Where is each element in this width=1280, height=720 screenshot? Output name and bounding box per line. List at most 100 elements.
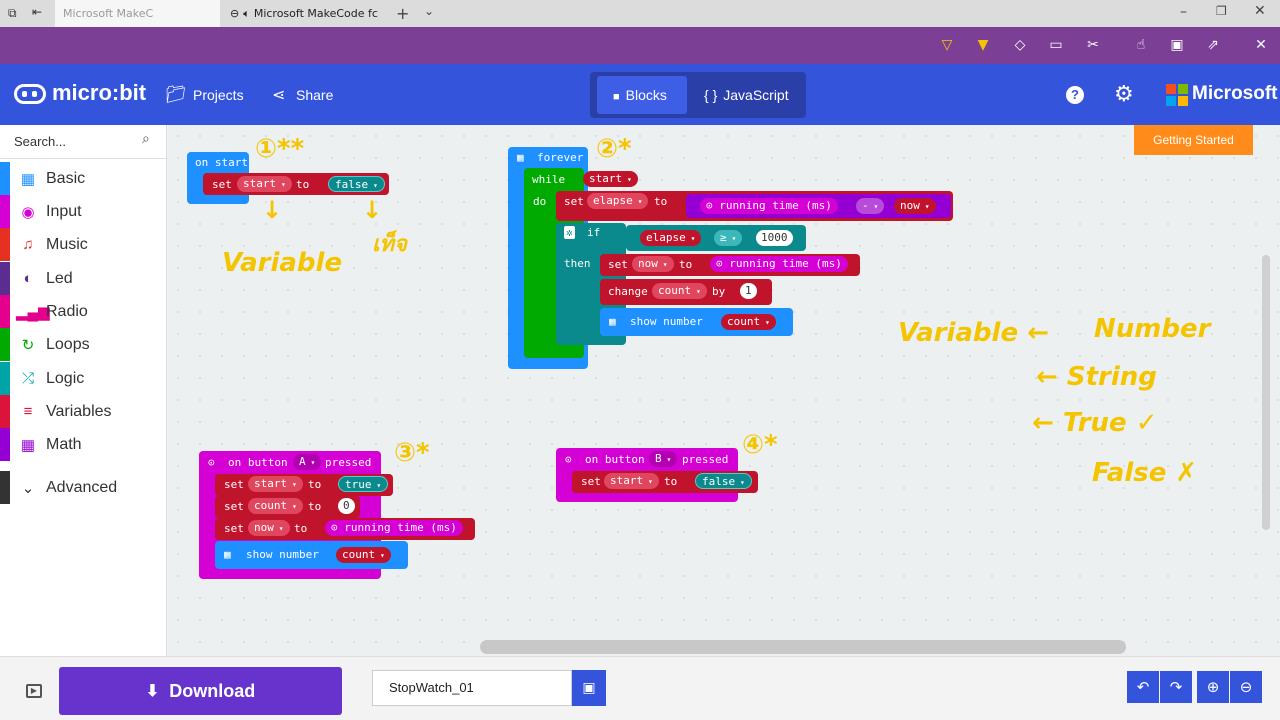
microbit-logo-icon[interactable]: [14, 84, 46, 104]
variable-dropdown[interactable]: count: [248, 498, 303, 514]
javascript-tab[interactable]: { } JavaScript: [700, 76, 800, 114]
share-notes-icon[interactable]: ⇗: [1204, 36, 1222, 54]
number-input[interactable]: 0: [338, 498, 355, 514]
category-math[interactable]: ▦ Math: [0, 428, 166, 461]
zoom-out-button[interactable]: ⊖: [1230, 671, 1262, 703]
minimize-button[interactable]: –: [1180, 4, 1187, 20]
variable-pill[interactable]: count: [721, 314, 776, 330]
browser-tab-strip: ⧉ ⇤ Microsoft MakeC ⊖ 🔈︎ Microsoft MakeC…: [0, 0, 1280, 27]
logo-text[interactable]: micro:bit: [52, 80, 146, 106]
variable-dropdown[interactable]: now: [632, 256, 674, 272]
category-advanced[interactable]: ⌄ Advanced: [0, 471, 166, 504]
button-dropdown[interactable]: B: [649, 451, 678, 467]
clip-icon[interactable]: ✂: [1084, 36, 1102, 54]
block-label: to: [654, 195, 668, 208]
speaker-icon[interactable]: 🔈︎: [243, 7, 250, 21]
category-variables[interactable]: ≡ Variables: [0, 395, 166, 428]
gear-icon[interactable]: ✲: [564, 226, 575, 239]
variable-pill[interactable]: now: [894, 198, 936, 214]
exit-notes-icon[interactable]: ✕: [1252, 36, 1270, 54]
microsoft-brand: Microsoft: [1192, 83, 1278, 104]
boolean-dropdown[interactable]: true: [338, 476, 389, 492]
braces-icon: { }: [704, 87, 718, 103]
projects-button[interactable]: Projects: [193, 87, 244, 103]
undo-button[interactable]: ↶: [1127, 671, 1159, 703]
category-logic[interactable]: ⤮ Logic: [0, 362, 166, 395]
block-label: to: [679, 258, 693, 271]
back-tabs-icon[interactable]: ⇤: [32, 5, 42, 19]
category-music[interactable]: ♫ Music: [0, 228, 166, 261]
tab-actions-icon[interactable]: ⧉: [8, 6, 17, 21]
running-time-block[interactable]: ⊙ running time (ms): [325, 520, 463, 536]
category-label: Variables: [46, 402, 112, 420]
settings-gear-icon[interactable]: ⚙: [1114, 82, 1134, 107]
redo-button[interactable]: ↷: [1160, 671, 1192, 703]
variable-dropdown[interactable]: start: [604, 473, 659, 489]
variable-pill[interactable]: count: [336, 547, 391, 563]
tab-title: Microsoft MakeCode fc: [253, 7, 378, 20]
close-window-button[interactable]: ✕: [1254, 3, 1266, 19]
zoom-in-button[interactable]: ⊕: [1197, 671, 1229, 703]
category-led[interactable]: ◐ Led: [0, 262, 166, 295]
variable-dropdown[interactable]: now: [248, 520, 290, 536]
blocks-tab[interactable]: ■ Blocks: [597, 76, 687, 114]
calculator-icon: ▦: [20, 436, 36, 454]
block-label: to: [308, 478, 322, 491]
grid-icon: ▦: [224, 548, 231, 561]
block-label: set: [224, 522, 244, 535]
arrow-down-icon: ↓: [362, 196, 383, 224]
share-button[interactable]: Share: [296, 87, 333, 103]
touch-icon[interactable]: ☝: [1132, 36, 1150, 54]
help-icon[interactable]: ?: [1066, 86, 1084, 104]
maximize-button[interactable]: ❐: [1216, 4, 1227, 18]
running-time-block[interactable]: ⊙ running time (ms): [710, 256, 848, 272]
block-label: pressed: [682, 453, 729, 466]
tab-makecode-2[interactable]: ⊖ 🔈︎ Microsoft MakeCode fc: [222, 0, 390, 27]
search-icon[interactable]: ⌕: [142, 131, 150, 147]
headphones-icon: ♫: [22, 236, 34, 253]
category-input[interactable]: ◉ Input: [0, 195, 166, 228]
comment-icon[interactable]: ▭: [1047, 36, 1065, 54]
getting-started-button[interactable]: Getting Started: [1134, 125, 1253, 155]
tab-makecode-1[interactable]: Microsoft MakeC: [55, 0, 220, 27]
project-name-input[interactable]: StopWatch_01: [372, 670, 572, 706]
variable-pill[interactable]: elapse: [640, 230, 702, 246]
category-radio[interactable]: ▂▄▆ Radio: [0, 295, 166, 328]
block-label: on start: [195, 156, 248, 169]
running-time-block[interactable]: ⊙ running time (ms): [700, 198, 838, 214]
grid-icon: ▦: [517, 151, 524, 164]
variable-dropdown[interactable]: count: [652, 283, 707, 299]
annotation-false-thai: เท็จ: [372, 232, 407, 257]
boolean-dropdown[interactable]: false: [695, 473, 752, 489]
toolbox-search[interactable]: Search... ⌕: [0, 125, 166, 159]
block-label: to: [294, 522, 308, 535]
vertical-scrollbar[interactable]: [1262, 255, 1270, 530]
save-icon[interactable]: ▣: [572, 670, 606, 706]
horizontal-scrollbar[interactable]: [480, 640, 1126, 654]
variable-dropdown[interactable]: start: [248, 476, 303, 492]
marker-icon[interactable]: ▼: [974, 36, 992, 54]
operator-dropdown[interactable]: -: [856, 198, 885, 214]
puzzle-icon: ■: [613, 91, 620, 103]
boolean-dropdown[interactable]: false: [328, 176, 385, 192]
eraser-icon[interactable]: ◇: [1011, 36, 1029, 54]
number-input[interactable]: 1000: [756, 230, 793, 246]
variable-dropdown[interactable]: start: [237, 176, 292, 192]
number-input[interactable]: 1: [740, 283, 757, 299]
download-button[interactable]: ⬇ Download: [59, 667, 342, 715]
save-notes-icon[interactable]: ▣: [1168, 36, 1186, 54]
operator-dropdown[interactable]: ≥: [714, 230, 743, 246]
new-tab-button[interactable]: +: [396, 4, 409, 23]
highlighter-icon[interactable]: ▽: [938, 36, 956, 54]
variable-pill[interactable]: start: [583, 171, 638, 187]
search-input[interactable]: Search...: [14, 134, 66, 149]
category-loops[interactable]: ↻ Loops: [0, 328, 166, 361]
variable-dropdown[interactable]: elapse: [587, 193, 649, 209]
block-label: set: [564, 195, 584, 208]
simulator-toggle-icon[interactable]: ▶: [26, 684, 42, 698]
tab-list-chevron-icon[interactable]: ⌄: [424, 4, 434, 18]
category-label: Basic: [46, 169, 86, 187]
download-label: Download: [169, 680, 256, 701]
button-dropdown[interactable]: A: [293, 454, 322, 470]
category-basic[interactable]: ▦ Basic: [0, 162, 166, 195]
